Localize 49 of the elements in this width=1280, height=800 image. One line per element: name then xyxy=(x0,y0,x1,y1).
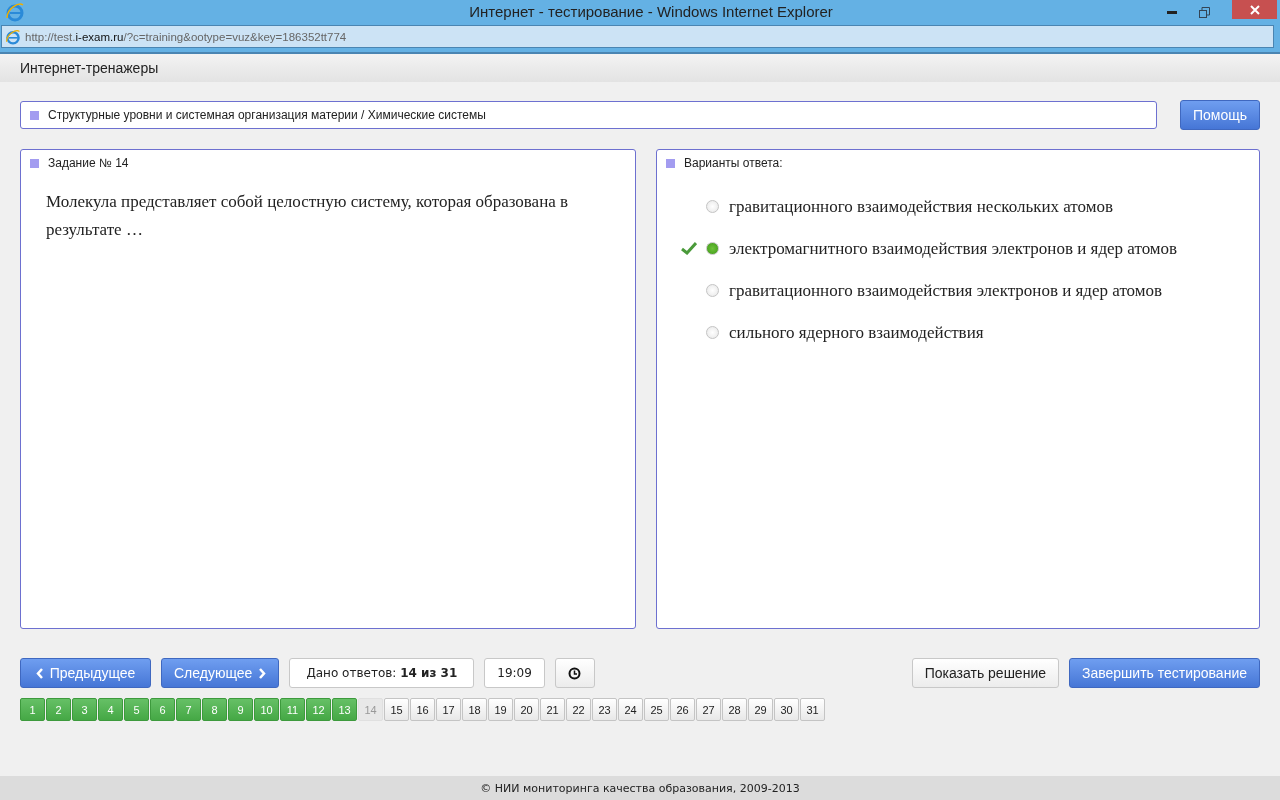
page-logo-icon xyxy=(5,28,21,45)
question-number-button[interactable]: 16 xyxy=(410,698,435,721)
question-number-button[interactable]: 23 xyxy=(592,698,617,721)
restore-icon[interactable] xyxy=(1199,6,1210,18)
panel-heading: Задание № 14 xyxy=(48,156,129,170)
answer-option[interactable]: гравитационного взаимодействия нескольких атомов xyxy=(729,196,1114,217)
radio-button[interactable] xyxy=(706,200,719,213)
square-bullet-icon xyxy=(30,110,39,120)
answered-counter: Дано ответов: 14 из 31 xyxy=(289,658,475,688)
question-text: Молекула представляет собой целостную систему, которая образована в результате … xyxy=(46,191,570,241)
question-number-button[interactable]: 22 xyxy=(566,698,591,721)
footer-text: © НИИ мониторинга качества образования, 2009-2013 xyxy=(480,781,800,795)
address-field[interactable]: http://test.i-exam.ru/?c=training&ootype=vuz&key=186352tt774 xyxy=(1,25,1274,48)
question-number-button[interactable]: 25 xyxy=(644,698,669,721)
answer-option[interactable]: гравитационного взаимодействия электронов и ядер атомов xyxy=(729,280,1163,301)
window-title: Интернет - тестирование - Windows Internet Explorer xyxy=(469,2,833,22)
close-button[interactable] xyxy=(1232,0,1277,19)
question-number-button[interactable]: 30 xyxy=(774,698,799,721)
timer: 19:09 xyxy=(484,658,545,688)
panel-heading: Варианты ответа: xyxy=(684,156,783,170)
answer-option[interactable]: электромагнитного взаимодействия электронов и ядер атомов xyxy=(729,238,1178,259)
radio-button[interactable] xyxy=(706,326,719,339)
topic-text: Структурные уровни и системная организация материи / Химические системы xyxy=(48,108,486,122)
question-number-button[interactable]: 15 xyxy=(384,698,409,721)
question-number-button[interactable]: 20 xyxy=(514,698,539,721)
radio-button[interactable] xyxy=(706,284,719,297)
app-title: Интернет-тренажеры xyxy=(20,60,159,76)
clock-icon xyxy=(568,666,582,680)
chevron-left-icon xyxy=(35,667,44,679)
clock-button[interactable] xyxy=(554,658,595,688)
close-icon xyxy=(1249,4,1260,15)
question-number-button[interactable]: 17 xyxy=(436,698,461,721)
question-number-button[interactable]: 26 xyxy=(670,698,695,721)
browser-logo-icon xyxy=(5,2,25,22)
square-bullet-icon xyxy=(666,158,675,168)
question-number-button[interactable]: 29 xyxy=(748,698,773,721)
question-number-button[interactable]: 31 xyxy=(800,698,825,721)
question-number-button[interactable]: 19 xyxy=(488,698,513,721)
minimize-icon[interactable] xyxy=(1167,10,1177,14)
question-number-button[interactable]: 27 xyxy=(696,698,721,721)
question-number-button[interactable]: 28 xyxy=(722,698,747,721)
show-solution-button[interactable]: Показать решение xyxy=(911,658,1059,688)
radio-button[interactable] xyxy=(706,242,719,255)
question-number-button[interactable]: 21 xyxy=(540,698,565,721)
chevron-right-icon xyxy=(258,667,267,679)
question-number-button[interactable]: 24 xyxy=(618,698,643,721)
question-number-button[interactable]: 18 xyxy=(462,698,487,721)
square-bullet-icon xyxy=(30,158,39,168)
answer-option[interactable]: сильного ядерного взаимодействия xyxy=(729,322,984,343)
